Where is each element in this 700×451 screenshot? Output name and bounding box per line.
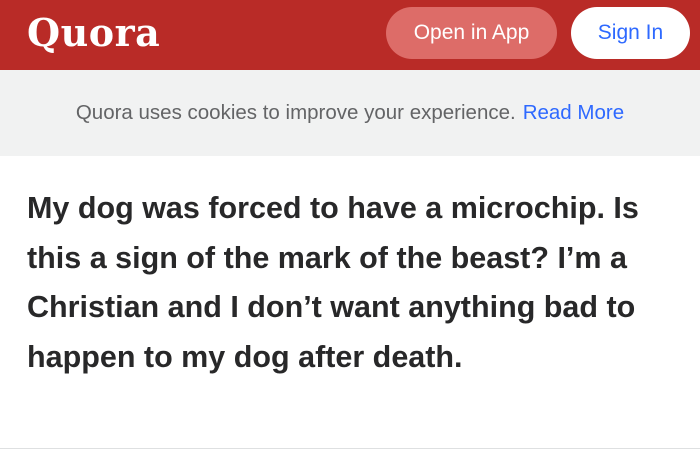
top-bar: Quora Open in App Sign In: [0, 0, 700, 70]
cookie-notice: Quora uses cookies to improve your exper…: [0, 70, 700, 156]
divider: [0, 448, 700, 449]
open-in-app-button[interactable]: Open in App: [386, 7, 557, 59]
quora-logo[interactable]: Quora: [27, 8, 160, 58]
read-more-link[interactable]: Read More: [523, 101, 624, 125]
question-title: My dog was forced to have a microchip. I…: [27, 191, 639, 374]
sign-in-button[interactable]: Sign In: [571, 7, 690, 59]
cookie-notice-text: Quora uses cookies to improve your exper…: [75, 101, 516, 124]
